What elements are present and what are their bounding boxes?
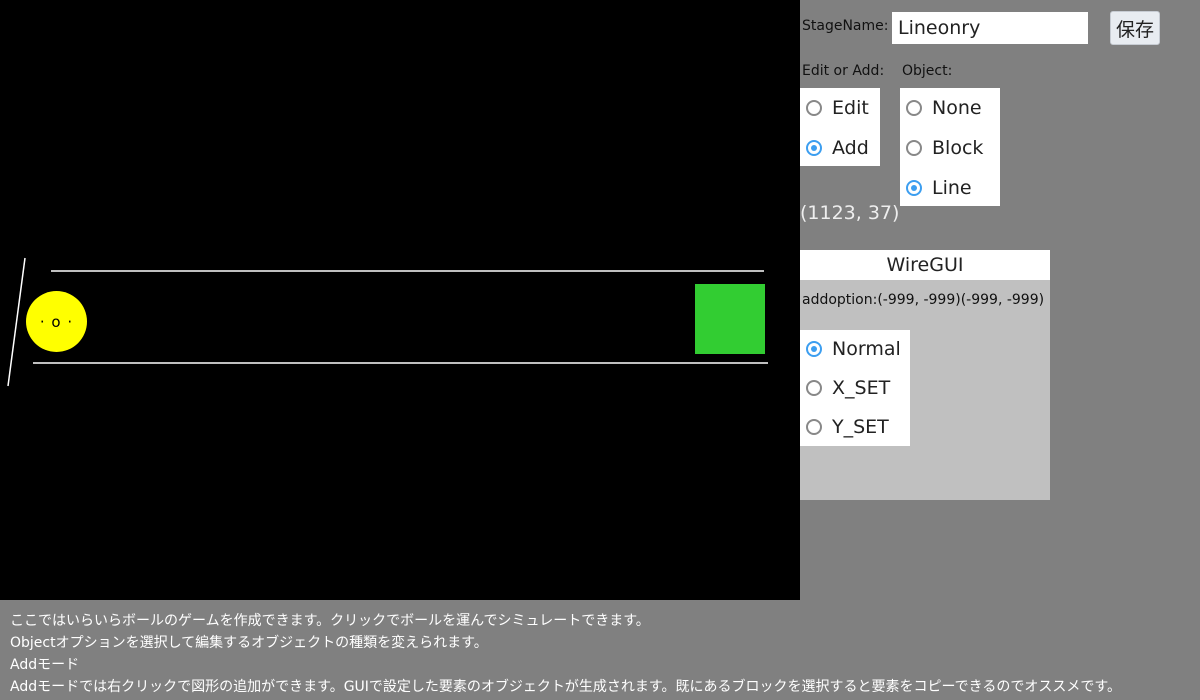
stage-name-label: StageName: xyxy=(802,18,889,34)
wire-mode-radio-group: Normal X_SET Y_SET xyxy=(800,330,910,446)
left-wall-line[interactable] xyxy=(7,257,26,387)
radio-normal[interactable]: Normal xyxy=(800,330,910,368)
radio-block[interactable]: Block xyxy=(900,128,1000,168)
radio-y-set-label: Y_SET xyxy=(832,416,889,438)
cursor-coordinates: (1123, 37) xyxy=(800,202,900,224)
radio-y-set[interactable]: Y_SET xyxy=(800,408,910,446)
radio-none-indicator[interactable] xyxy=(906,100,922,116)
object-label: Object: xyxy=(902,63,953,79)
help-line: ここではいらいらボールのゲームを作成できます。クリックでボールを運んでシミュレー… xyxy=(10,613,650,629)
radio-x-set-indicator[interactable] xyxy=(806,380,822,396)
radio-edit[interactable]: Edit xyxy=(800,88,880,128)
help-line: Addモード xyxy=(10,657,80,673)
object-radio-group: None Block Line xyxy=(900,88,1000,206)
radio-edit-label: Edit xyxy=(832,97,869,119)
radio-y-set-indicator[interactable] xyxy=(806,419,822,435)
addoption-readout: addoption:(-999, -999)(-999, -999) xyxy=(802,292,1045,308)
app-root: · o · StageName: 保存 Edit or Add: Edit Ad… xyxy=(0,0,1200,700)
radio-line-indicator[interactable] xyxy=(906,180,922,196)
radio-x-set-label: X_SET xyxy=(832,377,891,399)
radio-normal-label: Normal xyxy=(832,338,901,360)
radio-none[interactable]: None xyxy=(900,88,1000,128)
radio-edit-indicator[interactable] xyxy=(806,100,822,116)
goal-block[interactable] xyxy=(695,284,765,354)
radio-add-label: Add xyxy=(832,137,869,159)
edit-or-add-label: Edit or Add: xyxy=(802,63,885,79)
save-button[interactable]: 保存 xyxy=(1110,11,1160,45)
game-canvas[interactable]: · o · xyxy=(0,0,800,600)
help-line: Addモードでは右クリックで図形の追加ができます。GUIで設定した要素のオブジェ… xyxy=(10,679,1122,695)
help-text: ここではいらいらボールのゲームを作成できます。クリックでボールを運んでシミュレー… xyxy=(10,610,1200,698)
radio-block-label: Block xyxy=(932,137,984,159)
radio-line[interactable]: Line xyxy=(900,168,1000,208)
stage-lines xyxy=(7,257,768,387)
radio-none-label: None xyxy=(932,97,982,119)
stage-name-input[interactable] xyxy=(892,12,1088,44)
help-line: Objectオプションを選択して編集するオブジェクトの種類を変えられます。 xyxy=(10,635,488,651)
ball-face: · o · xyxy=(39,312,74,331)
radio-normal-indicator[interactable] xyxy=(806,341,822,357)
player-ball[interactable]: · o · xyxy=(26,291,87,352)
radio-line-label: Line xyxy=(932,177,972,199)
edit-or-add-radio-group: Edit Add xyxy=(800,88,880,166)
radio-block-indicator[interactable] xyxy=(906,140,922,156)
wire-gui-title: WireGUI xyxy=(800,250,1050,280)
radio-x-set[interactable]: X_SET xyxy=(800,368,910,408)
radio-add[interactable]: Add xyxy=(800,128,880,168)
radio-add-indicator[interactable] xyxy=(806,140,822,156)
